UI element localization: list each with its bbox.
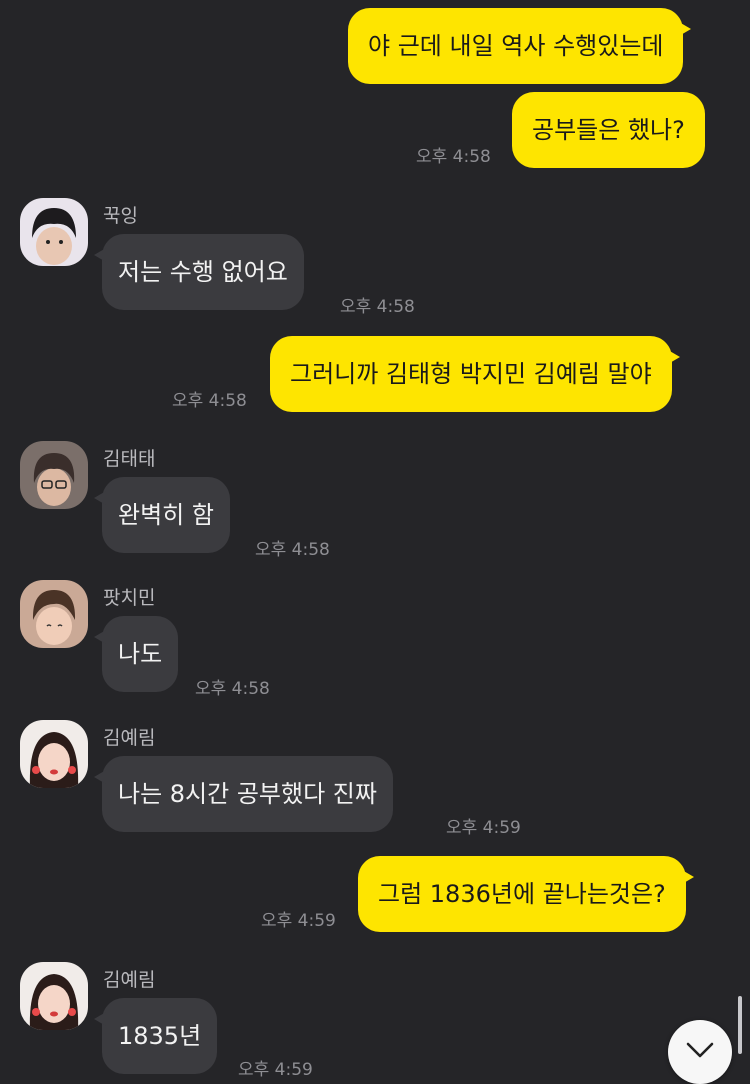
- chevron-down-icon: [685, 1041, 715, 1063]
- message-time: 오후 4:59: [446, 818, 521, 838]
- sender-name: 팟치민: [103, 587, 156, 609]
- incoming-message-bubble[interactable]: 나는 8시간 공부했다 진짜: [94, 756, 393, 832]
- message-time: 오후 4:58: [416, 147, 491, 167]
- avatar[interactable]: [20, 720, 88, 788]
- avatar-image: [20, 962, 88, 1030]
- scroll-to-bottom-button[interactable]: [668, 1020, 732, 1084]
- message-text: 나도: [118, 640, 163, 668]
- sender-name: 꾹잉: [103, 205, 138, 227]
- sender-name: 김태태: [103, 448, 156, 470]
- message-time: 오후 4:58: [172, 391, 247, 411]
- sender-name: 김예림: [103, 727, 156, 749]
- outgoing-message-bubble[interactable]: 공부들은 했나?: [512, 92, 705, 168]
- incoming-message-bubble[interactable]: 1835년: [93, 998, 218, 1074]
- avatar[interactable]: [20, 962, 88, 1030]
- message-text: 그러니까 김태형 박지민 김예림 말야: [290, 360, 652, 388]
- avatar-image: [20, 580, 88, 648]
- avatar-image: [20, 198, 88, 266]
- avatar[interactable]: [20, 441, 88, 509]
- message-text: 완벽히 함: [118, 501, 214, 529]
- incoming-message-bubble[interactable]: 나도: [93, 616, 179, 692]
- message-time: 오후 4:58: [340, 297, 415, 317]
- message-text: 1835년: [118, 1022, 202, 1050]
- message-text: 공부들은 했나?: [532, 116, 685, 144]
- message-time: 오후 4:59: [261, 911, 336, 931]
- avatar[interactable]: [20, 580, 88, 648]
- sender-name: 김예림: [103, 969, 156, 991]
- outgoing-message-bubble[interactable]: 그러니까 김태형 박지민 김예림 말야: [270, 336, 680, 412]
- scrollbar[interactable]: [738, 996, 742, 1054]
- avatar-image: [20, 720, 88, 788]
- message-text: 나는 8시간 공부했다 진짜: [118, 780, 377, 808]
- message-text: 그럼 1836년에 끝나는것은?: [378, 880, 666, 908]
- outgoing-message-bubble[interactable]: 그럼 1836년에 끝나는것은?: [358, 856, 694, 932]
- incoming-message-bubble[interactable]: 저는 수행 없어요: [94, 234, 304, 310]
- avatar[interactable]: [20, 198, 88, 266]
- message-text: 야 근데 내일 역사 수행있는데: [368, 32, 664, 60]
- message-text: 저는 수행 없어요: [118, 258, 288, 286]
- incoming-message-bubble[interactable]: 완벽히 함: [94, 477, 230, 553]
- message-time: 오후 4:58: [195, 679, 270, 699]
- message-time: 오후 4:58: [255, 540, 330, 560]
- message-time: 오후 4:59: [238, 1060, 313, 1080]
- outgoing-message-bubble[interactable]: 야 근데 내일 역사 수행있는데: [348, 8, 692, 84]
- avatar-image: [20, 441, 88, 509]
